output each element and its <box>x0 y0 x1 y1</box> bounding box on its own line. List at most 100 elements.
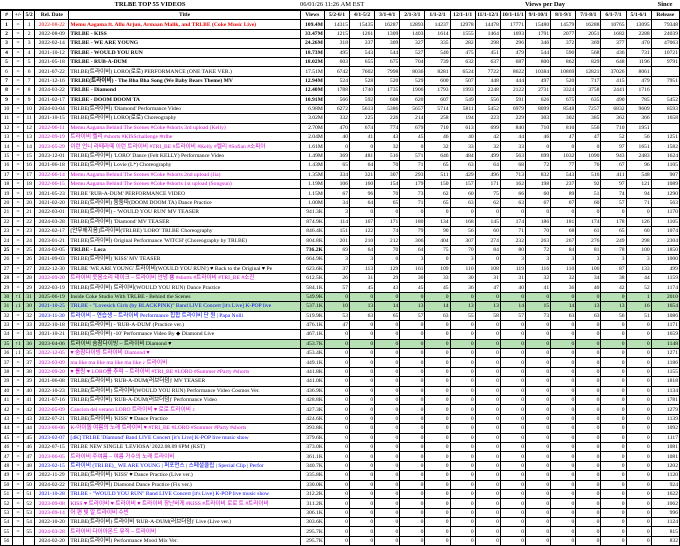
video-title-cell[interactable]: TRLBE(트라이비) 'KISS' ♥ Dance Practice <box>68 413 301 425</box>
video-title-cell[interactable]: TRI.BE 'RUB-A-DUM' PERFORMANCE VIDEO <box>68 188 301 199</box>
daily-views-cell: 8622 <box>499 66 527 77</box>
video-title-cell[interactable]: TRI.BE - Loca <box>68 244 301 256</box>
column-header[interactable]: 9/1-10/1 <box>524 9 552 21</box>
video-title-cell[interactable]: TRI.BE(트라이비) Original Performance 'WITCH… <box>68 235 301 246</box>
column-header[interactable]: Rel. Date <box>34 9 70 21</box>
video-title-cell[interactable]: 어 편 빛 알 트라이비 수빈 <box>68 507 301 519</box>
daily-views-cell: 0 <box>424 498 451 509</box>
video-title-cell[interactable]: TRI.BE - DOOM DOOM TA <box>68 94 301 105</box>
video-title-cell[interactable]: TRI.BE(트라이비) 'RUB-A-DUM(러브더덤)' Performan… <box>68 394 301 406</box>
daily-views-cell: 47 <box>550 132 577 143</box>
video-title-cell[interactable]: 트라이비 ~ 연습생 ~ 트라이비 Performance 힙합 트라이비 단 … <box>68 310 301 321</box>
column-header[interactable]: 7/1-8/1 <box>575 9 602 21</box>
daily-views-cell: 0 <box>449 348 476 359</box>
video-title-cell[interactable]: TRLBE - WE ARE YOUNG <box>68 38 301 49</box>
video-title-cell[interactable]: TRLBE - Diamond <box>68 85 301 96</box>
column-header[interactable]: +/- <box>12 9 25 21</box>
column-header[interactable]: 1/1-2/1 <box>424 9 451 21</box>
video-title-cell[interactable]: TRLBE - "Lovesick Girls (by BLACKPINK)" … <box>68 301 301 312</box>
video-title-cell[interactable]: [4K] TRI.BE 'Diamond' Band LIVE Concert … <box>68 432 301 443</box>
prev-rank-cell: 12 <box>23 122 36 134</box>
daily-views-cell: 5811 <box>449 103 476 115</box>
daily-views-cell: 0 <box>449 376 476 387</box>
video-title-cell[interactable]: Memu Aagama ft. Allu Arjun, Armaan Malik… <box>68 19 301 30</box>
prev-rank-cell: 52 <box>23 498 36 509</box>
column-header[interactable]: 8/1-9/1 <box>550 9 577 21</box>
video-title-cell[interactable]: TRI.BE(트라이비) 'Diamond' MV TEASER <box>68 216 301 228</box>
video-title-cell[interactable]: 트라이비 다이아몬드 뮤직 ~ 트라이비 <box>68 526 301 537</box>
video-title-cell[interactable]: TRLBE - WOULD YOU RUN <box>68 47 301 58</box>
column-header[interactable]: 5/2 <box>23 9 36 21</box>
video-title-cell[interactable]: 트라이비 숨참다이빙 ~ 트라이비 Diamond ♥ <box>68 338 301 350</box>
video-title-cell[interactable]: TRLBE(트라이비) 트라이비 'RUB-A-DUM(러브더덤)' Live … <box>68 517 301 528</box>
column-header[interactable]: 4/1-5/2 <box>349 9 376 21</box>
video-title-cell[interactable]: 트라이비 켈리 #shorts #KISSchallenge #trlbe <box>68 132 301 143</box>
video-title-cell[interactable]: Memu Aagama Behind The Scenes #Coke #sho… <box>68 122 301 134</box>
video-title-cell[interactable]: TRI.BE(트라이비) - The Bha Bha Song (We Baby… <box>68 75 301 87</box>
video-title-cell[interactable]: TRI.BE(트라이비) Diamond Dance Practice (Fix… <box>68 479 301 490</box>
column-header[interactable]: 5/1-6/1 <box>625 9 652 21</box>
video-title-cell[interactable]: TRI.BE(트라이비) 트라이비(WOULD YOU RUN) Dance P… <box>68 282 301 293</box>
column-header[interactable]: 10/1-11/1 <box>499 9 527 21</box>
video-title-cell[interactable]: 트라이비 주여름 ~ 여름 가수의 노래 트라이비 <box>68 451 301 462</box>
video-title-cell[interactable]: TRI.BE(트라이비) LORO(로로) Choreography <box>68 113 301 124</box>
video-title-cell[interactable]: TRI.BE(트라이비) LORO(로로) PERFORMANCE (ONE T… <box>68 66 301 77</box>
column-header[interactable]: Views <box>299 9 325 21</box>
video-title-cell[interactable]: TRI.BE(트라이비) Lovie (L*) Choreography <box>68 160 301 171</box>
video-title-cell[interactable]: TRI.BE(트라이비) - 'RUB-A-DUM' (Practice ver… <box>68 319 301 331</box>
column-header[interactable]: Release <box>650 9 680 21</box>
video-title-cell[interactable]: Cancion del verano LORO 트라이비 ♥ 로로 트라이비 ♪ <box>68 404 301 415</box>
video-title-cell[interactable]: TRI.BE(트라이비) - 'WOULD YOU RUN' MV TEASER <box>68 207 301 218</box>
video-title-cell[interactable]: TRI.BE(트라이비) 'LORO' Dance (Felt KELLY) P… <box>68 150 301 162</box>
video-title-cell[interactable]: K-아이돌 여름의 노래 트라이비 ♥ #TRI_BE #LORO #Summe… <box>68 423 301 434</box>
video-title-cell[interactable]: ♥ 숨참다이빙 트라이비 Diamond ♥ <box>68 348 301 359</box>
video-title-cell[interactable]: Memu Aagama Behind The Scenes #Coke #sho… <box>68 179 301 190</box>
daily-views-cell: 0 <box>399 207 426 218</box>
daily-views-cell: 65 <box>424 197 451 209</box>
daily-views-cell: 0 <box>424 319 451 331</box>
release-date-cell: 2021-07-16 <box>34 394 70 406</box>
video-title-cell[interactable]: ma like ma like ma like ma like ♪ 트라이비 <box>68 357 301 368</box>
column-header[interactable]: 6/1-7/1 <box>600 9 627 21</box>
daily-views-cell: 1105 <box>650 160 680 171</box>
daily-views-cell: 0 <box>399 357 426 368</box>
video-title-cell[interactable]: TRI.BE(트라이비) 'KISS' MV TEASER <box>68 254 301 265</box>
video-title-cell[interactable]: TRI.BE NEW SINGLE 'LEVIOSA' 2022.08.09 6… <box>68 441 301 453</box>
table-row: 2 = 2 2022-08-09 TRLBE - KISS 33.47M 1215 1261 1… <box>0 28 680 40</box>
video-title-cell[interactable]: TRI.BE(트라이비) -10' Performance Video By ◆… <box>68 329 301 340</box>
daily-views-cell: 0 <box>349 470 376 481</box>
video-title-cell[interactable]: TRLBE 'WE ARE YOUNG' 트라이비(WOULD YOU RUN!… <box>68 263 301 274</box>
column-header[interactable]: 11/1-12/1 <box>474 9 501 21</box>
video-title-cell[interactable]: TRLBE(트라이비) 트라이비(WOULD YOU RUN) Performa… <box>68 385 301 397</box>
video-title-cell[interactable]: [안무해지음]트라이비(TRI.BE) 'LOBO' TRI.BE Choreo… <box>68 225 301 237</box>
video-title-cell[interactable]: TRI.BE - "WOULD YOU RUN" Band LIVE Conce… <box>68 488 301 500</box>
video-title-cell[interactable]: 이런 언니 라떼라떼 이런 트라이비 #TRI_BE #트라이비 #Kelly … <box>68 141 301 152</box>
video-title-cell[interactable]: TRLBE(트라이비) 'KISS' ♥ Dance Practice (Liv… <box>68 470 301 481</box>
column-header[interactable]: 3/1-4/1 <box>374 9 401 21</box>
daily-views-cell: 785 <box>625 94 652 105</box>
daily-views-cell: 0 <box>499 348 527 359</box>
video-title-cell[interactable]: TRI.BE(트라이비) 'Diamond' Performance Video <box>68 103 301 115</box>
video-title-cell[interactable]: TRLBE(트라이비) 'RUB-A-DUM(러브더덤)' MV TEASER <box>68 376 301 387</box>
column-header[interactable]: 12/1-1/1 <box>449 9 476 21</box>
column-header[interactable]: # <box>0 9 14 21</box>
video-title-cell[interactable]: ♥ 롤링 ♥ LORO를 추며 ~ 트라이비 #TRI_BE #LORO #Su… <box>68 366 301 378</box>
daily-views-cell: 0 <box>323 479 351 490</box>
daily-views-cell: 0 <box>449 385 476 397</box>
column-header[interactable]: 2/1-3/1 <box>399 9 426 21</box>
daily-views-cell: 0 <box>600 488 627 500</box>
video-title-cell[interactable]: TRI.BE(트라이비) Performance Mood Mix Ver. <box>68 535 301 546</box>
video-title-cell[interactable]: TRI.BE(트라이비) 둠둠따(DOOM DOOM TA) Dance Pra… <box>68 197 301 209</box>
video-title-cell[interactable]: Inside Coke Studio With TRLBE - Behind t… <box>68 291 301 303</box>
video-title-cell[interactable]: KISS ♥ 트라이비 ♥ 트라이비 ♥ 트라이비 장난비게 #KISS #트라… <box>68 498 301 509</box>
daily-views-cell: 0 <box>474 479 501 490</box>
daily-views-cell: 0 <box>374 451 401 462</box>
video-title-cell[interactable]: TRLBE - RUB-A-DUM <box>68 56 301 68</box>
daily-views-cell: 1651 <box>625 141 652 152</box>
video-title-cell[interactable]: TRLBE - KISS <box>68 28 301 40</box>
video-title-cell[interactable]: 트라이비 웃음소리 테이크 ~ 트라이비 안녕 뿅 #shorts #트라이비 … <box>68 272 301 284</box>
column-header[interactable]: Title <box>68 9 301 21</box>
column-header[interactable]: 5/2-6/1 <box>323 9 351 21</box>
video-title-cell[interactable]: 트라이비 (TRI.BE)_ WE ARE YOUNG | 퍼포먼스 | 스페셜… <box>68 460 301 472</box>
video-title-cell[interactable]: Memu Aagama Behind The Scenes #Coke #sho… <box>68 169 301 181</box>
